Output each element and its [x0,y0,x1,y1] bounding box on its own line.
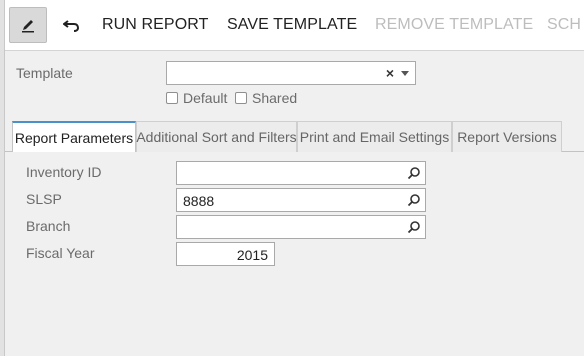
template-label: Template [16,65,73,81]
undo-button[interactable] [57,10,87,40]
slsp-value: 8888 [183,193,215,209]
chevron-down-icon[interactable] [401,71,409,76]
tab-label: Print and Email Settings [299,129,450,145]
default-label: Default [183,90,228,106]
tab-label: Report Versions [457,129,557,145]
tab-label: Additional Sort and Filters [136,129,297,145]
slsp-field[interactable]: 8888 [176,188,426,212]
branch-label: Branch [26,218,71,234]
pencil-icon [22,20,34,33]
inventory-id-field[interactable] [176,161,426,185]
default-checkbox-wrap[interactable]: Default [166,90,227,106]
tab-report-parameters[interactable]: Report Parameters [12,121,136,153]
inventory-id-label: Inventory ID [26,164,102,180]
search-icon[interactable] [407,220,421,234]
shared-label: Shared [252,90,298,106]
tab-report-versions[interactable]: Report Versions [452,121,562,152]
schedule-button[interactable]: SCH [547,16,581,34]
fiscal-year-value: 2015 [236,247,268,263]
undo-icon [63,20,80,32]
branch-field[interactable] [176,215,426,239]
run-report-button[interactable]: RUN REPORT [102,16,209,34]
tab-additional-sort-and-filters[interactable]: Additional Sort and Filters [136,121,297,152]
shared-checkbox[interactable] [235,92,247,104]
remove-template-button[interactable]: REMOVE TEMPLATE [375,16,533,34]
template-combo[interactable]: × [166,61,416,85]
shared-checkbox-wrap[interactable]: Shared [235,90,297,106]
fiscal-year-field[interactable]: 2015 [176,242,275,266]
clear-icon[interactable]: × [386,65,394,81]
tab-bar: Report Parameters Additional Sort and Fi… [5,121,584,153]
tab-print-and-email-settings[interactable]: Print and Email Settings [297,121,452,152]
toolbar: RUN REPORT SAVE TEMPLATE REMOVE TEMPLATE… [5,0,584,50]
edit-button[interactable] [9,7,47,43]
default-checkbox[interactable] [166,92,178,104]
report-parameters-panel: Inventory ID SLSP 8888 Branch Fiscal Yea… [5,152,584,356]
search-icon[interactable] [407,166,421,180]
slsp-label: SLSP [26,191,62,207]
save-template-button[interactable]: SAVE TEMPLATE [227,16,357,34]
tab-label: Report Parameters [14,130,134,146]
fiscal-year-label: Fiscal Year [26,245,95,261]
search-icon[interactable] [407,193,421,207]
